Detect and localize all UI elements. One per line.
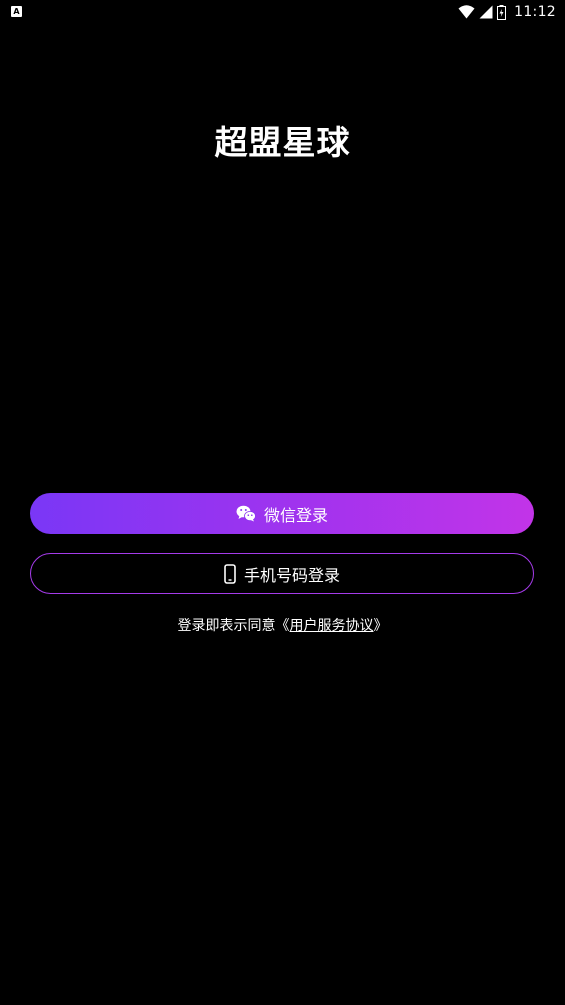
- status-bar: A 11:12: [0, 0, 565, 24]
- agreement-open-bracket: 《: [275, 618, 290, 634]
- wechat-login-button[interactable]: 微信登录: [30, 493, 534, 534]
- notification-a-icon: A: [11, 6, 22, 17]
- agreement-close-bracket: 》: [373, 618, 388, 634]
- phone-login-button[interactable]: 手机号码登录: [30, 553, 534, 594]
- phone-login-label: 手机号码登录: [243, 565, 340, 585]
- battery-icon: [497, 4, 507, 20]
- user-service-agreement-link[interactable]: 用户服务协议: [290, 618, 374, 634]
- wifi-icon: [458, 5, 475, 19]
- app-title: 超盟星球: [214, 123, 351, 162]
- wechat-login-label: 微信登录: [263, 505, 328, 525]
- status-icons: 11:12: [458, 3, 556, 21]
- status-time: 11:12: [514, 4, 556, 20]
- agreement-prefix: 登录即表示同意: [177, 618, 276, 634]
- signal-icon: [479, 5, 493, 19]
- wechat-icon: [236, 505, 256, 522]
- agreement-text: 登录即表示同意《用户服务协议》: [0, 615, 565, 635]
- phone-icon: [224, 563, 236, 584]
